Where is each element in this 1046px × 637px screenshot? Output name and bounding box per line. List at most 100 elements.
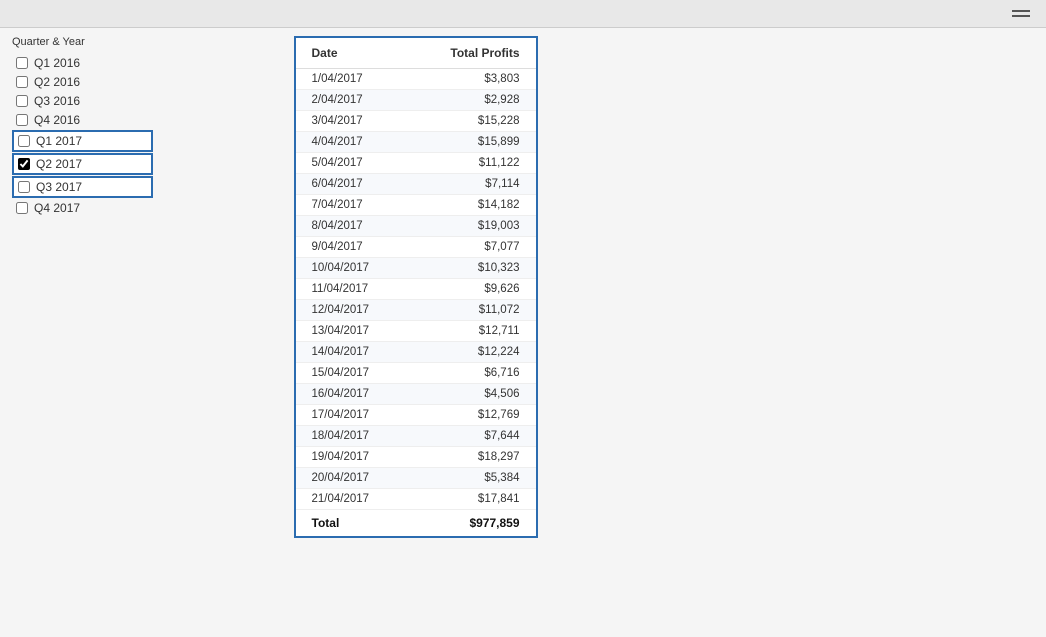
- total-label: Total: [296, 510, 409, 537]
- cell-profit-17: $7,644: [408, 426, 535, 447]
- cell-date-13: 14/04/2017: [296, 342, 409, 363]
- table-row: 1/04/2017$3,803: [296, 69, 536, 90]
- cell-profit-2: $15,228: [408, 111, 535, 132]
- cell-date-2: 3/04/2017: [296, 111, 409, 132]
- cell-profit-14: $6,716: [408, 363, 535, 384]
- table-row: 3/04/2017$15,228: [296, 111, 536, 132]
- cell-date-18: 19/04/2017: [296, 447, 409, 468]
- cell-date-7: 8/04/2017: [296, 216, 409, 237]
- table-row: 14/04/2017$12,224: [296, 342, 536, 363]
- table-container: Date Total Profits 1/04/2017$3,8032/04/2…: [294, 36, 538, 538]
- cell-profit-1: $2,928: [408, 90, 535, 111]
- table-row: 15/04/2017$6,716: [296, 363, 536, 384]
- table-footer-row: Total $977,859: [296, 510, 536, 537]
- table-row: 16/04/2017$4,506: [296, 384, 536, 405]
- table-row: 12/04/2017$11,072: [296, 300, 536, 321]
- cell-profit-4: $11,122: [408, 153, 535, 174]
- filter-checkbox-7[interactable]: [16, 202, 28, 214]
- table-row: 9/04/2017$7,077: [296, 237, 536, 258]
- filter-label-4: Q1 2017: [36, 134, 82, 148]
- cell-date-6: 7/04/2017: [296, 195, 409, 216]
- cell-profit-0: $3,803: [408, 69, 535, 90]
- sidebar-title: Quarter & Year: [12, 36, 153, 48]
- cell-date-3: 4/04/2017: [296, 132, 409, 153]
- cell-profit-11: $11,072: [408, 300, 535, 321]
- data-table: Date Total Profits 1/04/2017$3,8032/04/2…: [296, 38, 536, 536]
- filter-checkbox-5[interactable]: [18, 158, 30, 170]
- table-row: 20/04/2017$5,384: [296, 468, 536, 489]
- cell-date-5: 6/04/2017: [296, 174, 409, 195]
- table-row: 17/04/2017$12,769: [296, 405, 536, 426]
- table-body: 1/04/2017$3,8032/04/2017$2,9283/04/2017$…: [296, 69, 536, 510]
- cell-date-17: 18/04/2017: [296, 426, 409, 447]
- sidebar: Quarter & Year Q1 2016 Q2 2016 Q3 2016 Q4 2…: [0, 28, 165, 637]
- sidebar-filter-item-4[interactable]: Q1 2017: [12, 130, 153, 152]
- cell-date-15: 16/04/2017: [296, 384, 409, 405]
- filter-label-2: Q3 2016: [34, 94, 80, 108]
- cell-date-8: 9/04/2017: [296, 237, 409, 258]
- sidebar-filter-item-1[interactable]: Q2 2016: [12, 73, 153, 91]
- filter-checkbox-1[interactable]: [16, 76, 28, 88]
- cell-profit-9: $10,323: [408, 258, 535, 279]
- filter-label-1: Q2 2016: [34, 75, 80, 89]
- top-bar: [0, 0, 1046, 28]
- cell-date-14: 15/04/2017: [296, 363, 409, 384]
- cell-profit-20: $17,841: [408, 489, 535, 510]
- filter-checkbox-3[interactable]: [16, 114, 28, 126]
- cell-profit-19: $5,384: [408, 468, 535, 489]
- table-row: 13/04/2017$12,711: [296, 321, 536, 342]
- right-area: [666, 28, 1046, 637]
- filter-label-6: Q3 2017: [36, 180, 82, 194]
- cell-date-1: 2/04/2017: [296, 90, 409, 111]
- filter-label-0: Q1 2016: [34, 56, 80, 70]
- filter-label-5: Q2 2017: [36, 157, 82, 171]
- cell-date-10: 11/04/2017: [296, 279, 409, 300]
- main-content: Quarter & Year Q1 2016 Q2 2016 Q3 2016 Q4 2…: [0, 28, 1046, 637]
- table-row: 2/04/2017$2,928: [296, 90, 536, 111]
- sidebar-filter-item-0[interactable]: Q1 2016: [12, 54, 153, 72]
- table-row: 6/04/2017$7,114: [296, 174, 536, 195]
- cell-profit-6: $14,182: [408, 195, 535, 216]
- cell-profit-3: $15,899: [408, 132, 535, 153]
- table-row: 21/04/2017$17,841: [296, 489, 536, 510]
- cell-date-9: 10/04/2017: [296, 258, 409, 279]
- cell-profit-18: $18,297: [408, 447, 535, 468]
- table-row: 19/04/2017$18,297: [296, 447, 536, 468]
- filter-checkbox-6[interactable]: [18, 181, 30, 193]
- cell-profit-10: $9,626: [408, 279, 535, 300]
- table-row: 7/04/2017$14,182: [296, 195, 536, 216]
- sidebar-filter-item-3[interactable]: Q4 2016: [12, 111, 153, 129]
- cell-profit-16: $12,769: [408, 405, 535, 426]
- cell-date-11: 12/04/2017: [296, 300, 409, 321]
- cell-date-4: 5/04/2017: [296, 153, 409, 174]
- filter-checkbox-2[interactable]: [16, 95, 28, 107]
- cell-date-16: 17/04/2017: [296, 405, 409, 426]
- cell-profit-15: $4,506: [408, 384, 535, 405]
- cell-date-20: 21/04/2017: [296, 489, 409, 510]
- table-row: 18/04/2017$7,644: [296, 426, 536, 447]
- hamburger-menu-icon[interactable]: [1012, 10, 1030, 17]
- table-row: 11/04/2017$9,626: [296, 279, 536, 300]
- data-panel: Date Total Profits 1/04/2017$3,8032/04/2…: [165, 28, 666, 637]
- cell-date-12: 13/04/2017: [296, 321, 409, 342]
- sidebar-filter-item-6[interactable]: Q3 2017: [12, 176, 153, 198]
- filter-checkbox-4[interactable]: [18, 135, 30, 147]
- table-row: 4/04/2017$15,899: [296, 132, 536, 153]
- cell-date-0: 1/04/2017: [296, 69, 409, 90]
- cell-profit-8: $7,077: [408, 237, 535, 258]
- filter-label-3: Q4 2016: [34, 113, 80, 127]
- cell-date-19: 20/04/2017: [296, 468, 409, 489]
- total-value: $977,859: [408, 510, 535, 537]
- sidebar-filter-item-5[interactable]: Q2 2017: [12, 153, 153, 175]
- cell-profit-7: $19,003: [408, 216, 535, 237]
- table-row: 10/04/2017$10,323: [296, 258, 536, 279]
- col-profits-header: Total Profits: [408, 38, 535, 69]
- filter-label-7: Q4 2017: [34, 201, 80, 215]
- table-row: 8/04/2017$19,003: [296, 216, 536, 237]
- col-date-header: Date: [296, 38, 409, 69]
- filter-checkbox-0[interactable]: [16, 57, 28, 69]
- cell-profit-5: $7,114: [408, 174, 535, 195]
- sidebar-filter-item-7[interactable]: Q4 2017: [12, 199, 153, 217]
- cell-profit-13: $12,224: [408, 342, 535, 363]
- sidebar-filter-item-2[interactable]: Q3 2016: [12, 92, 153, 110]
